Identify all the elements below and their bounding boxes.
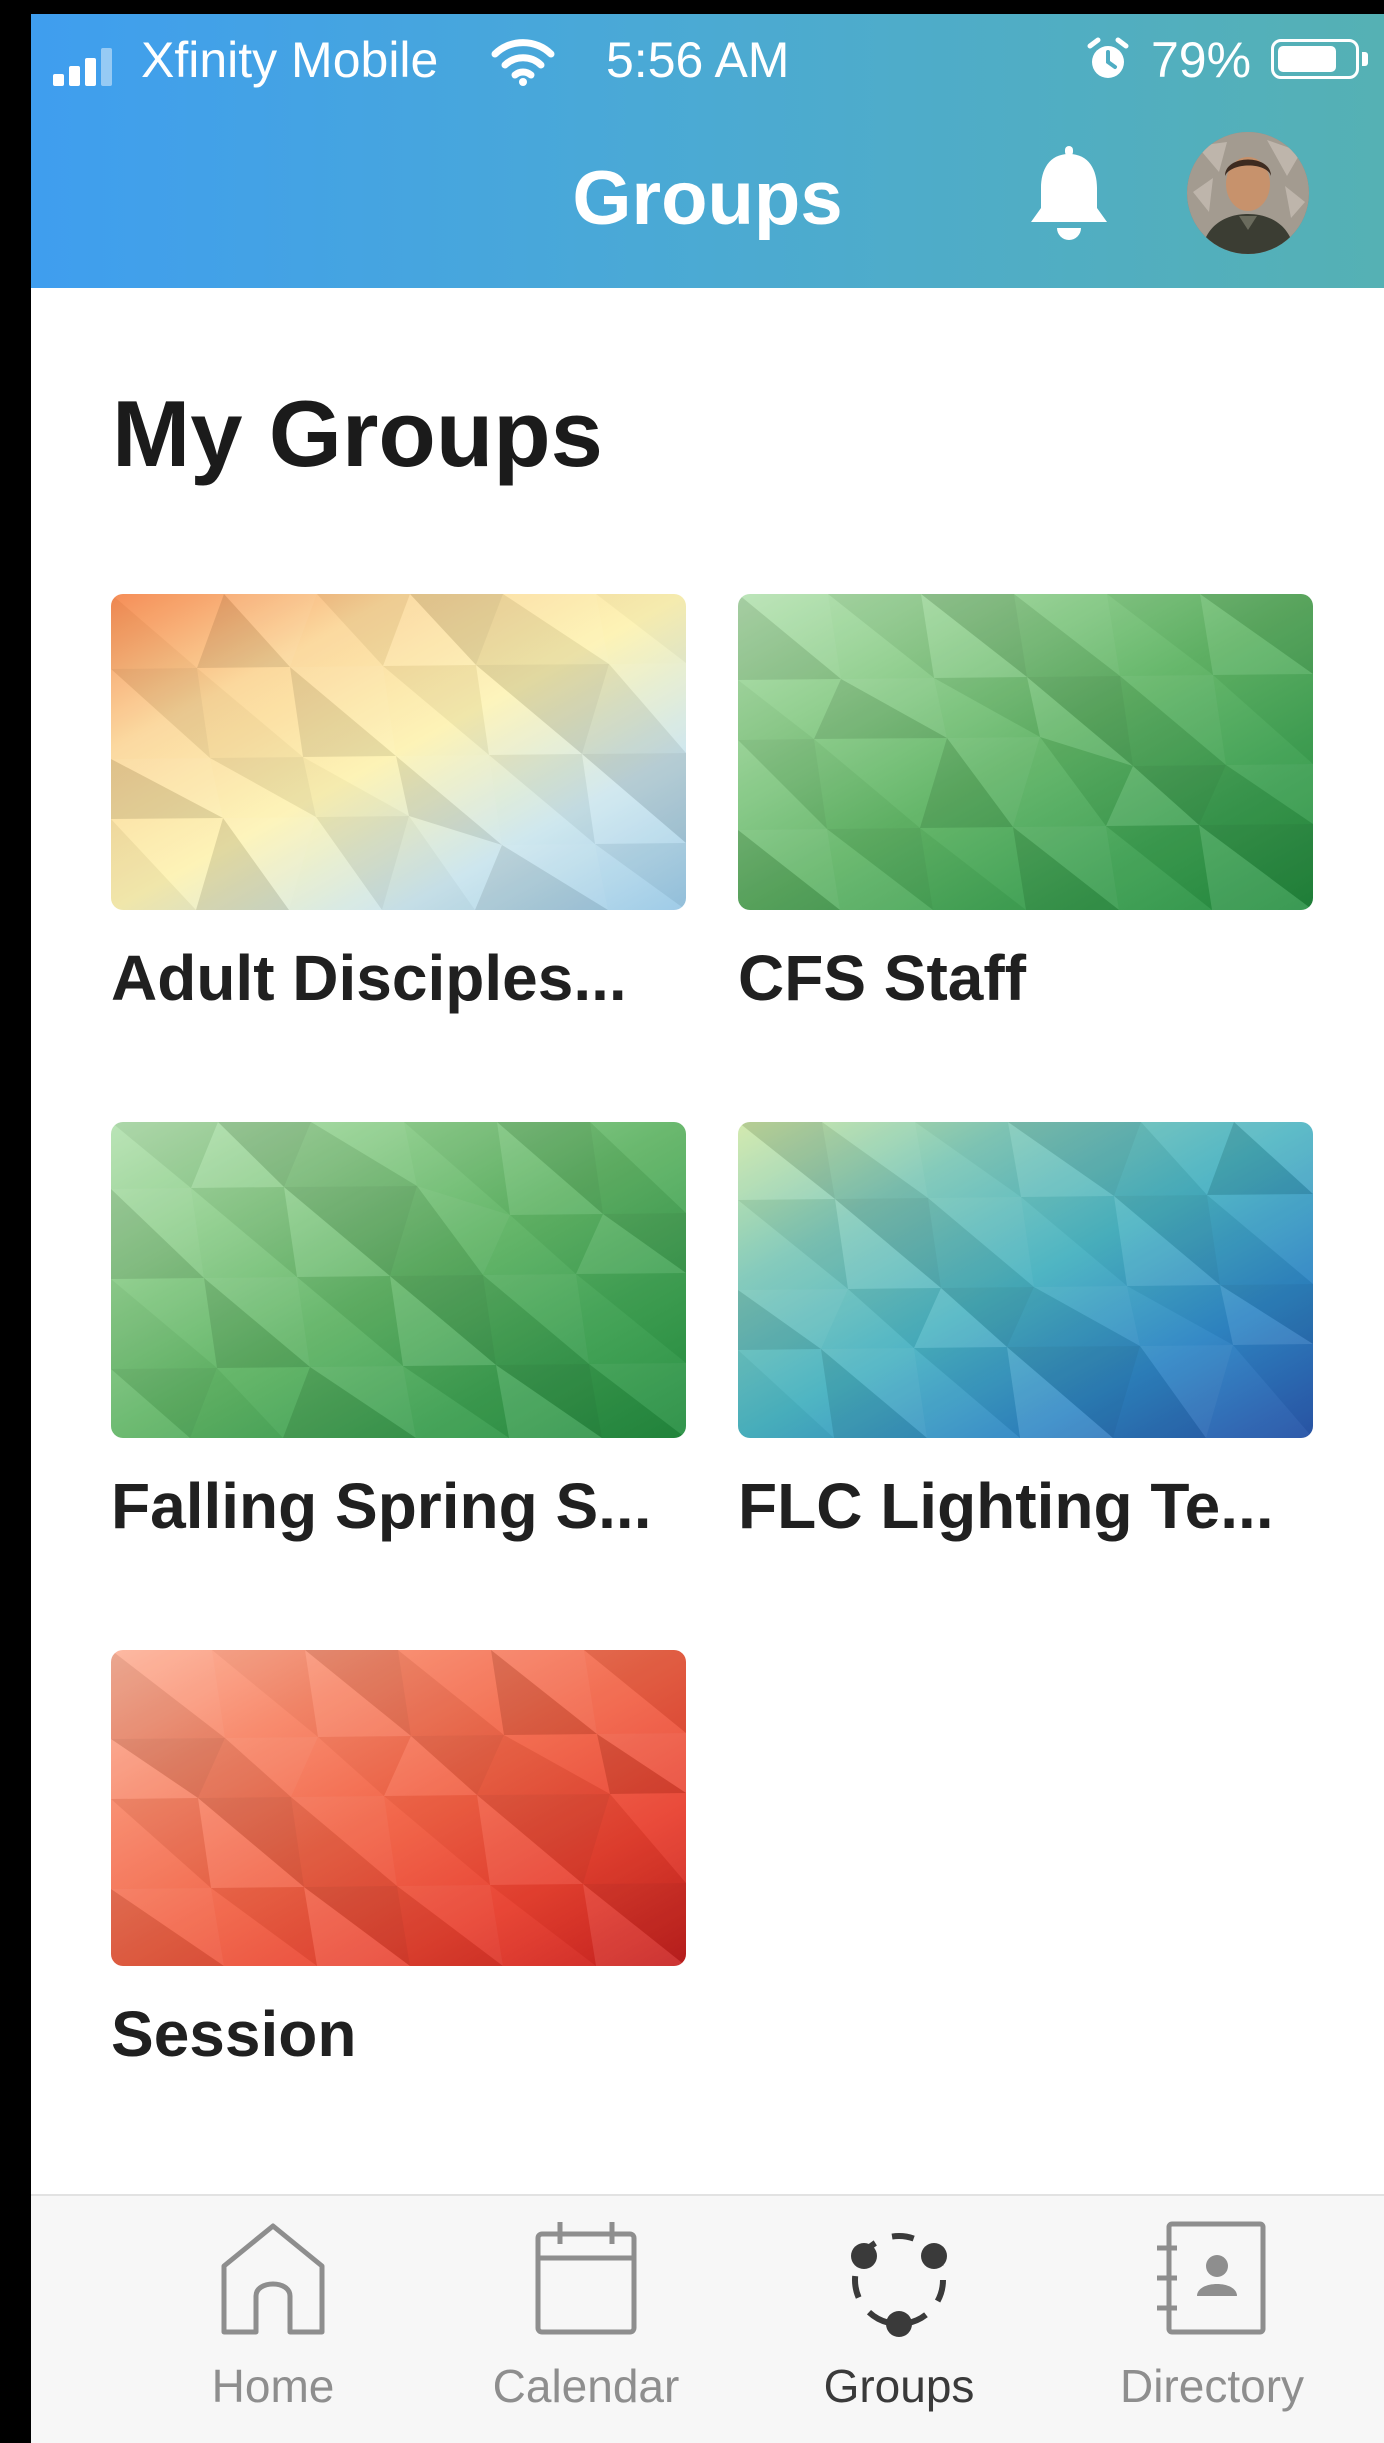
group-name: Adult Disciples... [111, 942, 627, 1014]
signal-icon [53, 48, 117, 86]
calendar-icon [535, 2222, 637, 2335]
tab-label-groups: Groups [823, 2360, 975, 2412]
alarm-icon [1087, 37, 1129, 78]
tab-calendar[interactable]: Calendar [436, 2196, 736, 2443]
battery-icon [1271, 39, 1368, 79]
groups-icon [851, 2233, 947, 2337]
page-title: Groups [572, 156, 843, 241]
group-name: Session [111, 1998, 357, 2070]
group-cover-image [111, 1650, 686, 1966]
group-name: Falling Spring S... [111, 1470, 652, 1542]
group-card[interactable]: Falling Spring S... [111, 1122, 686, 1546]
group-cover-image [111, 594, 686, 910]
tab-label-directory: Directory [1119, 2360, 1305, 2412]
screen: Xfinity Mobile 5:56 AM 79% Groups My Gro… [31, 14, 1384, 2443]
bell-icon[interactable] [1023, 144, 1115, 244]
directory-icon [1157, 2221, 1266, 2335]
battery-percent: 79% [1151, 32, 1252, 88]
wifi-icon [491, 39, 555, 86]
group-name: CFS Staff [738, 942, 1026, 1014]
tab-bar: Home Calendar Groups Directory [31, 2194, 1384, 2443]
tab-groups[interactable]: Groups [749, 2196, 1049, 2443]
tab-home[interactable]: Home [123, 2196, 423, 2443]
avatar[interactable] [1187, 132, 1309, 254]
section-title: My Groups [112, 381, 603, 486]
group-cover-image [111, 1122, 686, 1438]
status-time: 5:56 AM [606, 32, 790, 88]
app-header: Xfinity Mobile 5:56 AM 79% Groups [31, 14, 1384, 288]
tab-label-calendar: Calendar [492, 2360, 680, 2412]
tab-directory[interactable]: Directory [1062, 2196, 1362, 2443]
group-card[interactable]: FLC Lighting Te... [738, 1122, 1313, 1546]
status-bar: Xfinity Mobile 5:56 AM 79% [31, 14, 1384, 100]
home-icon [221, 2223, 325, 2335]
group-name: FLC Lighting Te... [738, 1470, 1274, 1542]
carrier-name: Xfinity Mobile [141, 32, 439, 88]
group-card[interactable]: CFS Staff [738, 594, 1313, 1018]
group-card[interactable]: Adult Disciples... [111, 594, 686, 1018]
group-cover-image [738, 594, 1313, 910]
tab-label-home: Home [211, 2360, 335, 2412]
group-card[interactable]: Session [111, 1650, 686, 2074]
group-cover-image [738, 1122, 1313, 1438]
